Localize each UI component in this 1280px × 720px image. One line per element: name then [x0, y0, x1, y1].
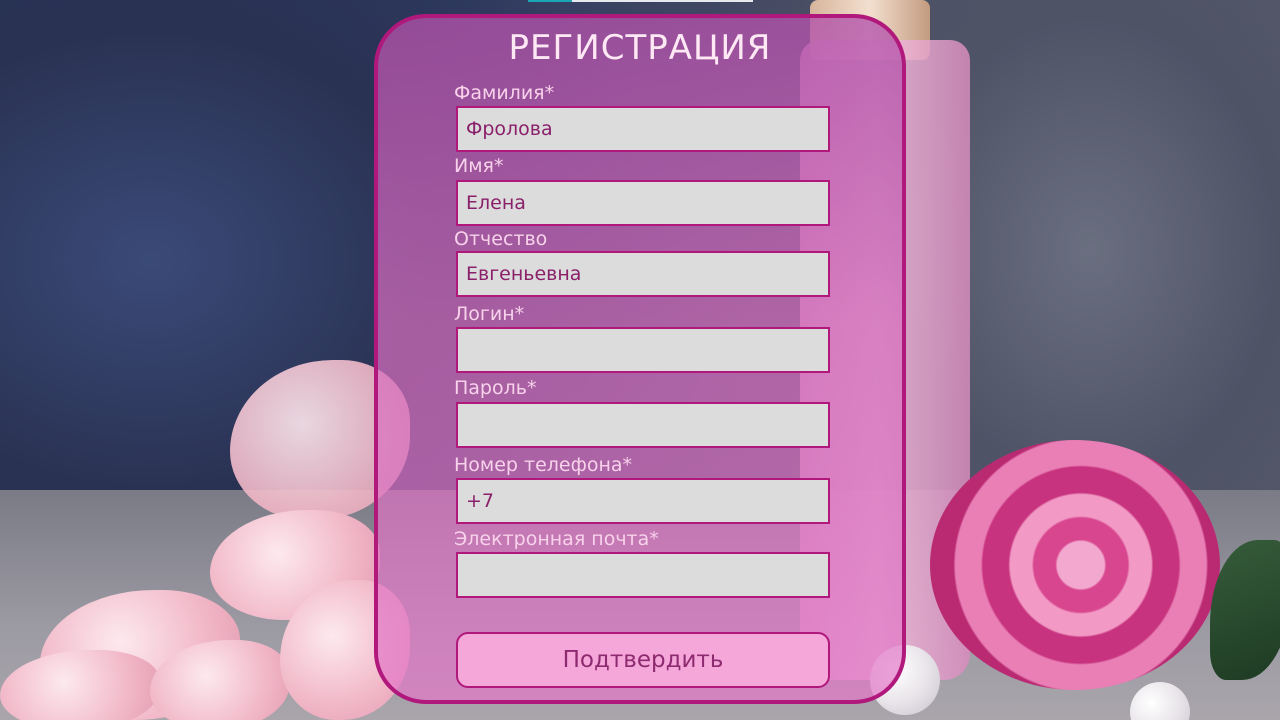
- password-label: Пароль*: [454, 377, 537, 399]
- first-name-label: Имя*: [454, 155, 504, 177]
- pink-rose: [930, 440, 1220, 690]
- form-title: РЕГИСТРАЦИЯ: [508, 28, 772, 68]
- top-strip-accent: [528, 0, 572, 2]
- phone-label: Номер телефона*: [454, 454, 633, 476]
- phone-input[interactable]: [456, 478, 830, 524]
- submit-button[interactable]: Подтвердить: [456, 632, 830, 688]
- email-label: Электронная почта*: [454, 528, 659, 550]
- surname-input[interactable]: [456, 106, 830, 152]
- email-input[interactable]: [456, 552, 830, 598]
- login-label: Логин*: [454, 303, 525, 325]
- password-input[interactable]: [456, 402, 830, 448]
- surname-label: Фамилия*: [454, 82, 555, 104]
- registration-form: РЕГИСТРАЦИЯ Фамилия* Имя* Отчество Логин…: [374, 14, 906, 704]
- first-name-input[interactable]: [456, 180, 830, 226]
- login-input[interactable]: [456, 327, 830, 373]
- patronymic-label: Отчество: [454, 228, 548, 250]
- patronymic-input[interactable]: [456, 251, 830, 297]
